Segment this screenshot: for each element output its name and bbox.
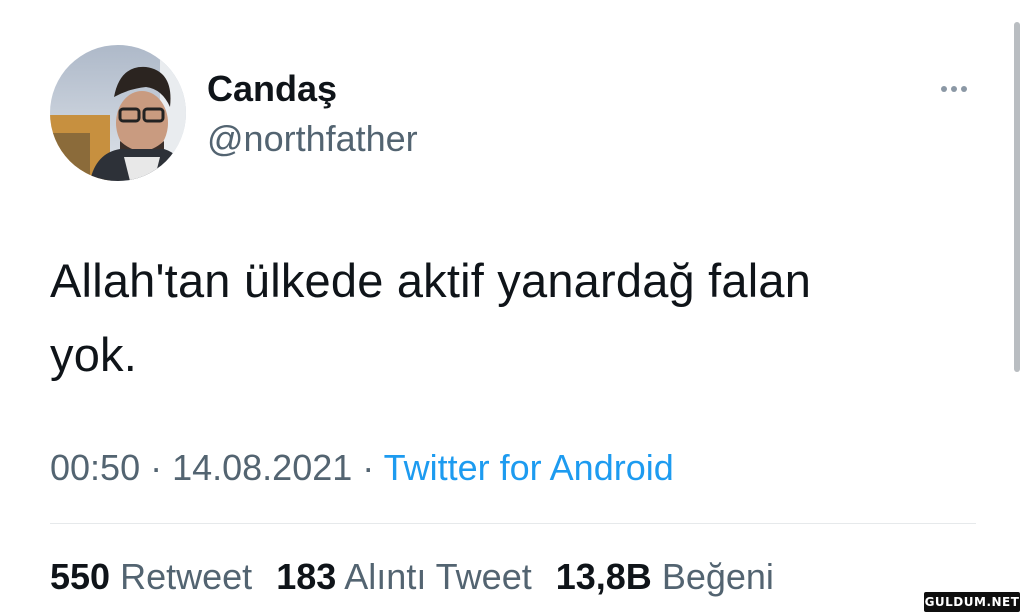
tweet-time[interactable]: 00:50 xyxy=(50,447,140,488)
watermark-logo: GULDUM.NET xyxy=(924,592,1020,612)
quotes-label: Alıntı Tweet xyxy=(344,556,532,597)
more-options-button[interactable] xyxy=(932,76,976,102)
likes-label: Beğeni xyxy=(661,556,774,597)
engagement-stats: 550 Retweet 183 Alıntı Tweet 13,8B Beğen… xyxy=(50,556,788,598)
more-horizontal-icon xyxy=(941,86,947,92)
tweet-metadata: 00:50 · 14.08.2021 · Twitter for Android xyxy=(50,447,674,489)
divider xyxy=(50,523,976,524)
more-horizontal-icon-dot xyxy=(961,86,967,92)
tweet-date[interactable]: 14.08.2021 xyxy=(172,447,352,488)
retweets-count: 550 xyxy=(50,556,111,597)
quotes-count: 183 xyxy=(276,556,337,597)
retweets-label: Retweet xyxy=(120,556,253,597)
retweets-stat[interactable]: 550 Retweet xyxy=(50,556,252,597)
likes-stat[interactable]: 13,8B Beğeni xyxy=(556,556,774,597)
tweet-text: Allah'tan ülkede aktif yanardağ falan yo… xyxy=(50,244,970,392)
more-horizontal-icon-dot xyxy=(951,86,957,92)
tweet-source-link[interactable]: Twitter for Android xyxy=(384,447,674,488)
tweet-text-line: yok. xyxy=(50,328,137,381)
avatar-image xyxy=(50,45,186,181)
likes-count: 13,8B xyxy=(555,556,652,597)
display-name[interactable]: Candaş xyxy=(207,68,337,110)
meta-separator: · xyxy=(140,447,173,488)
quotes-stat[interactable]: 183 Alıntı Tweet xyxy=(276,556,532,597)
scrollbar[interactable] xyxy=(1014,22,1020,372)
avatar[interactable] xyxy=(50,45,186,181)
tweet-text-line: Allah'tan ülkede aktif yanardağ falan xyxy=(50,254,812,307)
user-handle[interactable]: @northfather xyxy=(207,118,418,160)
meta-separator: · xyxy=(352,447,384,488)
